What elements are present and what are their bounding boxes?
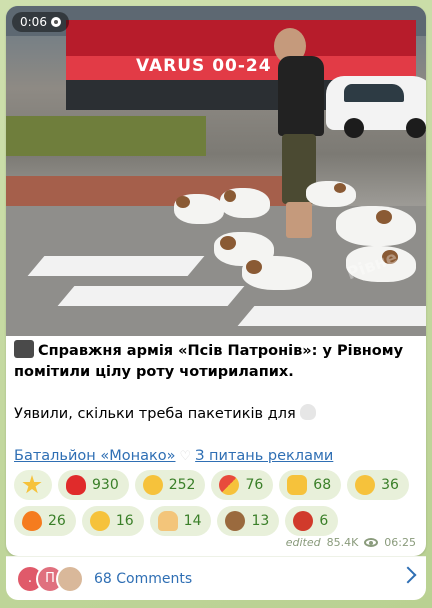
thumbs-up-icon — [287, 475, 308, 495]
reaction-heart-on-fire[interactable]: 930 — [58, 470, 129, 500]
white-heart-icon: ♡ — [179, 449, 192, 464]
camera-icon — [14, 340, 34, 358]
reaction-thumbs-up[interactable]: 68 — [279, 470, 342, 500]
reaction-fire[interactable]: 26 — [14, 506, 76, 536]
message-meta: edited 85.4K 06:25 — [286, 536, 416, 549]
duration-label: 0:06 — [20, 15, 47, 29]
woozy-face-icon — [89, 511, 110, 531]
post-body: Уявили, скільки треба пакетиків для — [14, 406, 296, 422]
reaction-woozy-face[interactable]: 16 — [81, 506, 144, 536]
reaction-see-no-evil-monkey[interactable]: 13 — [217, 506, 280, 536]
eye-icon — [364, 538, 379, 547]
edited-label: edited — [285, 536, 321, 549]
commenter-avatar — [56, 564, 84, 593]
message-bubble: VARUS 00-24 Рівне 0:06 Справжня армія «П… — [6, 6, 426, 556]
link-ads[interactable]: З питань реклами — [195, 448, 333, 464]
post-title: Справжня армія «Псів Патронів»: у Рівном… — [14, 343, 404, 380]
store-sign: VARUS 00-24 — [136, 56, 272, 76]
heart-on-fire-icon — [66, 475, 86, 495]
dog — [336, 206, 416, 246]
link-battalion[interactable]: Батальйон «Монако» — [14, 448, 175, 464]
fire-icon — [22, 511, 42, 531]
reaction-smiling-face-hearts[interactable]: 252 — [134, 470, 206, 500]
star-icon — [22, 475, 42, 494]
reaction-star[interactable] — [14, 470, 52, 500]
video-preview[interactable]: VARUS 00-24 Рівне 0:06 — [6, 6, 426, 336]
reaction-pill[interactable]: 76 — [211, 470, 274, 500]
reaction-folded-hands[interactable]: 14 — [149, 506, 212, 536]
dog — [306, 181, 356, 207]
reaction-screaming-face[interactable]: 36 — [347, 470, 409, 500]
see-no-evil-monkey-icon — [225, 511, 246, 531]
screaming-face-icon — [355, 475, 376, 495]
mute-icon[interactable] — [50, 17, 61, 27]
video-duration-badge: 0:06 — [12, 12, 69, 32]
dog — [242, 256, 312, 290]
comments-label: 68 Comments — [94, 570, 193, 587]
cursing-face-icon — [293, 511, 314, 531]
reaction-cursing-face[interactable]: 6 — [285, 506, 339, 536]
folded-hands-icon — [157, 511, 178, 531]
chevron-right-icon — [399, 566, 417, 584]
views-count: 85.4K — [326, 536, 359, 549]
comments-button[interactable]: . П 68 Comments — [6, 556, 426, 600]
dog — [220, 188, 270, 218]
message-time: 06:25 — [384, 536, 416, 549]
message-text: Справжня армія «Псів Патронів»: у Рівном… — [14, 340, 418, 467]
bag-icon — [299, 404, 316, 420]
dog — [174, 194, 224, 224]
pill-icon — [219, 475, 240, 495]
smiling-face-hearts-icon — [142, 475, 163, 495]
reactions-panel: 930 252 76 68 36 26 16 14 13 6 — [14, 470, 418, 542]
